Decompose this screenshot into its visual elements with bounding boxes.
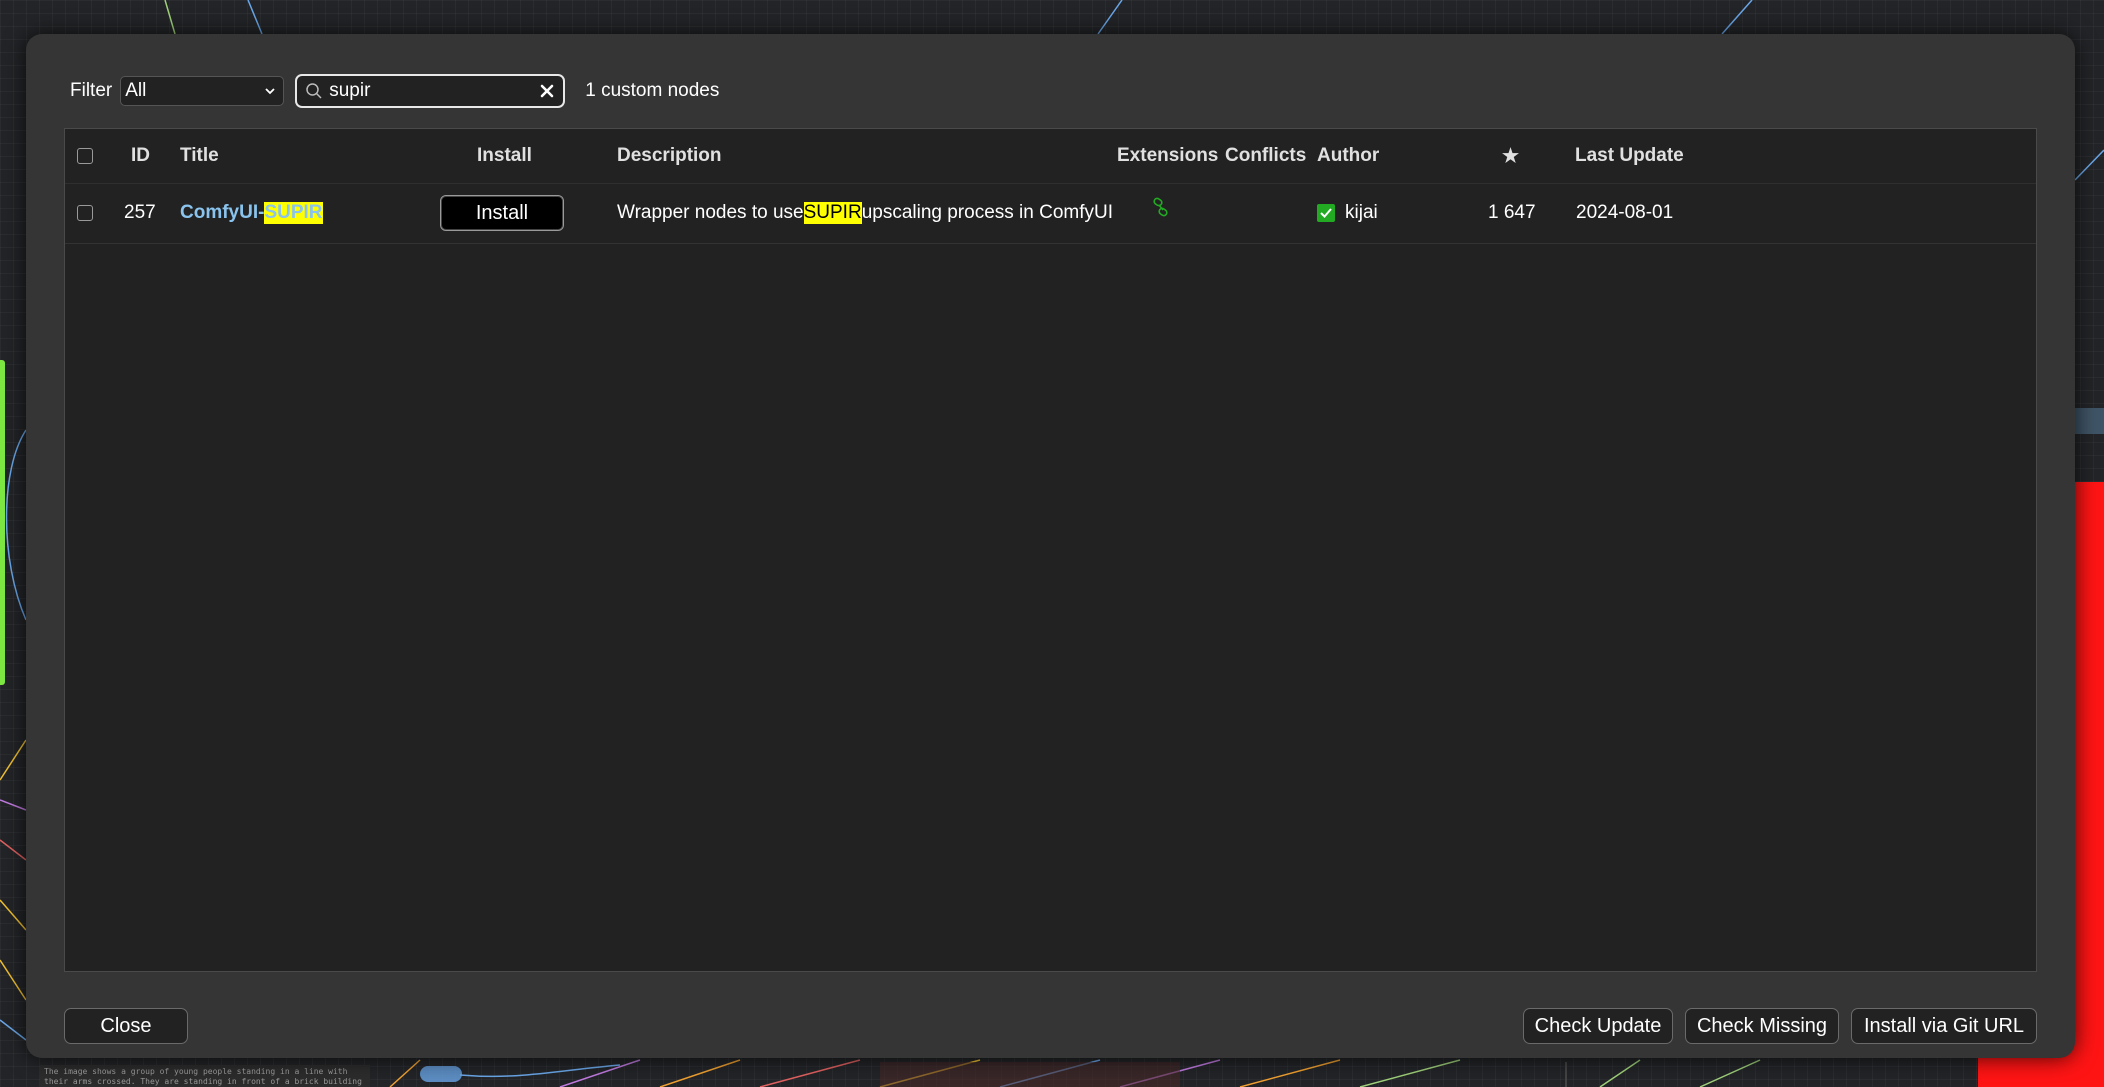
column-header-extensions[interactable]: Extensions	[1117, 129, 1218, 183]
node-title-prefix: ComfyUI-	[180, 202, 265, 223]
link-icon[interactable]	[1151, 197, 1171, 221]
column-header-id[interactable]: ID	[131, 129, 150, 183]
search-input[interactable]: supir	[329, 80, 539, 102]
filter-select[interactable]: All	[120, 76, 285, 106]
description-highlight: SUPIR	[803, 202, 862, 224]
install-cell: Install	[440, 183, 564, 243]
column-header-author[interactable]: Author	[1317, 129, 1379, 183]
select-all-checkbox[interactable]	[77, 148, 93, 164]
column-header-stars[interactable]: ★	[1502, 129, 1519, 183]
column-header-description[interactable]: Description	[617, 129, 722, 183]
verified-check-icon	[1317, 204, 1335, 222]
star-count: 1 647	[1488, 202, 1536, 223]
custom-nodes-table: ID Title Install Description Extensions …	[64, 128, 2037, 972]
description-text: Wrapper nodes to use	[617, 202, 804, 223]
table-row[interactable]: 257 ComfyUI- SUPIR Install Wrapper nodes …	[65, 183, 2036, 244]
row-checkbox[interactable]	[77, 205, 93, 221]
filter-label: Filter	[70, 80, 113, 101]
description-text: upscaling process in ComfyUI	[861, 202, 1114, 223]
background-node-header	[2075, 408, 2104, 434]
node-id: 257	[124, 202, 156, 223]
search-icon	[306, 83, 322, 99]
background-node-panel	[0, 360, 5, 685]
chevron-down-icon	[265, 88, 275, 95]
search-field[interactable]: supir	[295, 74, 566, 108]
install-via-git-url-button[interactable]: Install via Git URL	[1851, 1008, 2037, 1044]
check-missing-button[interactable]: Check Missing	[1685, 1008, 1839, 1044]
table-header: ID Title Install Description Extensions …	[65, 129, 2036, 184]
column-header-last-update[interactable]: Last Update	[1575, 129, 1684, 183]
node-title-link[interactable]: ComfyUI- SUPIR	[180, 183, 323, 243]
select-all-cell	[77, 129, 93, 183]
column-header-title[interactable]: Title	[180, 129, 219, 183]
background-node-text: The image shows a group of young people …	[40, 1065, 370, 1087]
last-update-date: 2024-08-01	[1576, 202, 1674, 223]
extensions-cell	[1151, 183, 1171, 243]
column-header-install[interactable]: Install	[477, 129, 532, 183]
close-icon[interactable]	[539, 83, 555, 99]
column-header-conflicts[interactable]: Conflicts	[1225, 129, 1306, 183]
author-cell: kijai	[1317, 183, 1378, 243]
node-description: Wrapper nodes to use SUPIR upscaling pro…	[617, 183, 1113, 243]
node-title-highlight: SUPIR	[264, 202, 323, 224]
check-update-button[interactable]: Check Update	[1523, 1008, 1673, 1044]
author-name: kijai	[1345, 202, 1378, 223]
install-button[interactable]: Install	[440, 195, 564, 231]
result-count: 1 custom nodes	[585, 80, 720, 101]
custom-nodes-dialog: Filter All supir 1 custom nodes ID Title…	[26, 34, 2075, 1058]
row-select-cell	[77, 183, 93, 243]
close-button[interactable]: Close	[64, 1008, 188, 1044]
filter-bar: Filter All supir 1 custom nodes	[70, 74, 720, 108]
filter-selected-value: All	[125, 80, 147, 101]
